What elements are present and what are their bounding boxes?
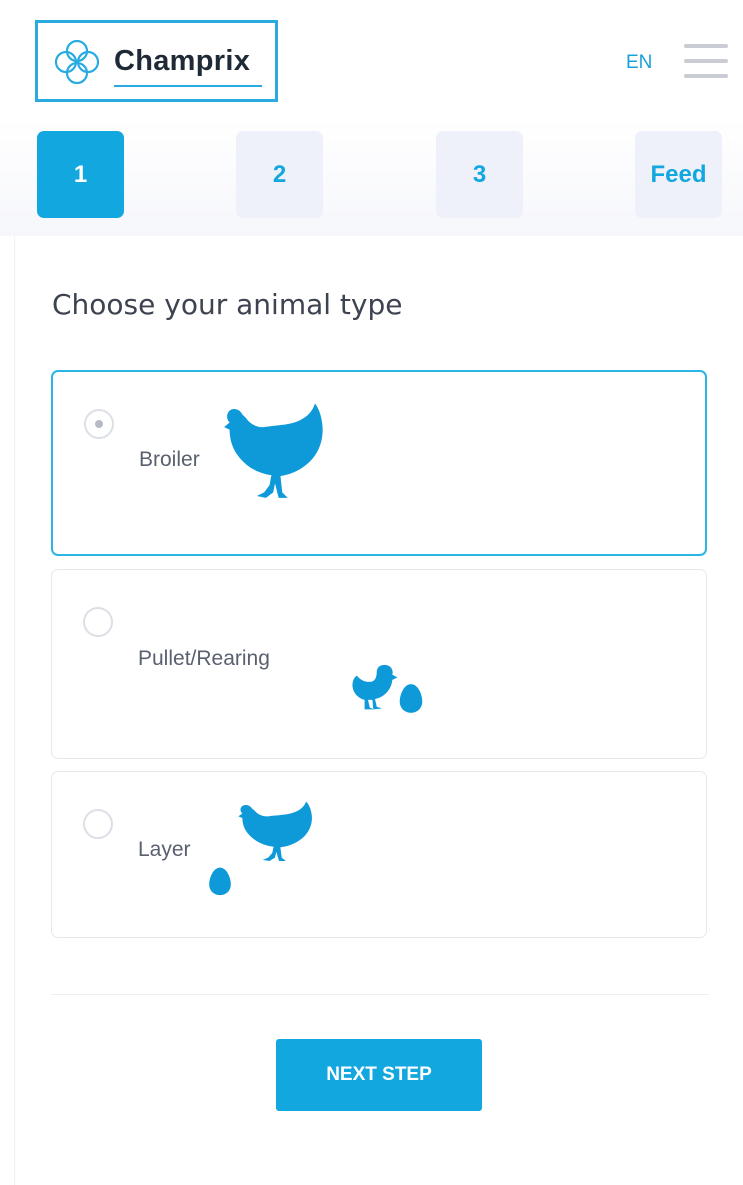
egg-icon [209, 867, 231, 896]
logo-text: Champrix [114, 45, 251, 77]
logo-mark-icon [54, 39, 100, 85]
step-navigation: 1 2 3 Feed [0, 118, 743, 236]
step-1-tab[interactable]: 1 [37, 131, 124, 218]
broiler-hen-icon [215, 398, 331, 516]
step-3-tab[interactable]: 3 [436, 131, 523, 218]
app-header: Champrix EN [0, 0, 743, 118]
option-label-pullet-rearing: Pullet/Rearing [138, 647, 270, 670]
step-feed-tab[interactable]: Feed [635, 131, 722, 218]
chick-icon [352, 664, 398, 710]
radio-broiler[interactable] [84, 409, 114, 439]
language-selector[interactable]: EN [626, 52, 652, 74]
option-label-broiler: Broiler [139, 448, 200, 471]
radio-layer[interactable] [83, 809, 113, 839]
egg-icon [399, 684, 423, 713]
layer-hen-icon [218, 798, 324, 896]
hamburger-menu-icon[interactable] [684, 44, 728, 80]
form-title: Choose your animal type [52, 288, 403, 321]
option-pullet-rearing[interactable]: Pullet/Rearing [51, 569, 707, 759]
step-2-tab[interactable]: 2 [236, 131, 323, 218]
champrix-logo[interactable]: Champrix [35, 20, 278, 102]
option-label-layer: Layer [138, 838, 191, 861]
next-step-button[interactable]: NEXT STEP [276, 1039, 482, 1111]
divider [51, 994, 709, 995]
logo-underline [114, 85, 262, 87]
option-layer[interactable]: Layer [51, 771, 707, 938]
radio-pullet-rearing[interactable] [83, 607, 113, 637]
option-broiler[interactable]: Broiler [51, 370, 707, 556]
